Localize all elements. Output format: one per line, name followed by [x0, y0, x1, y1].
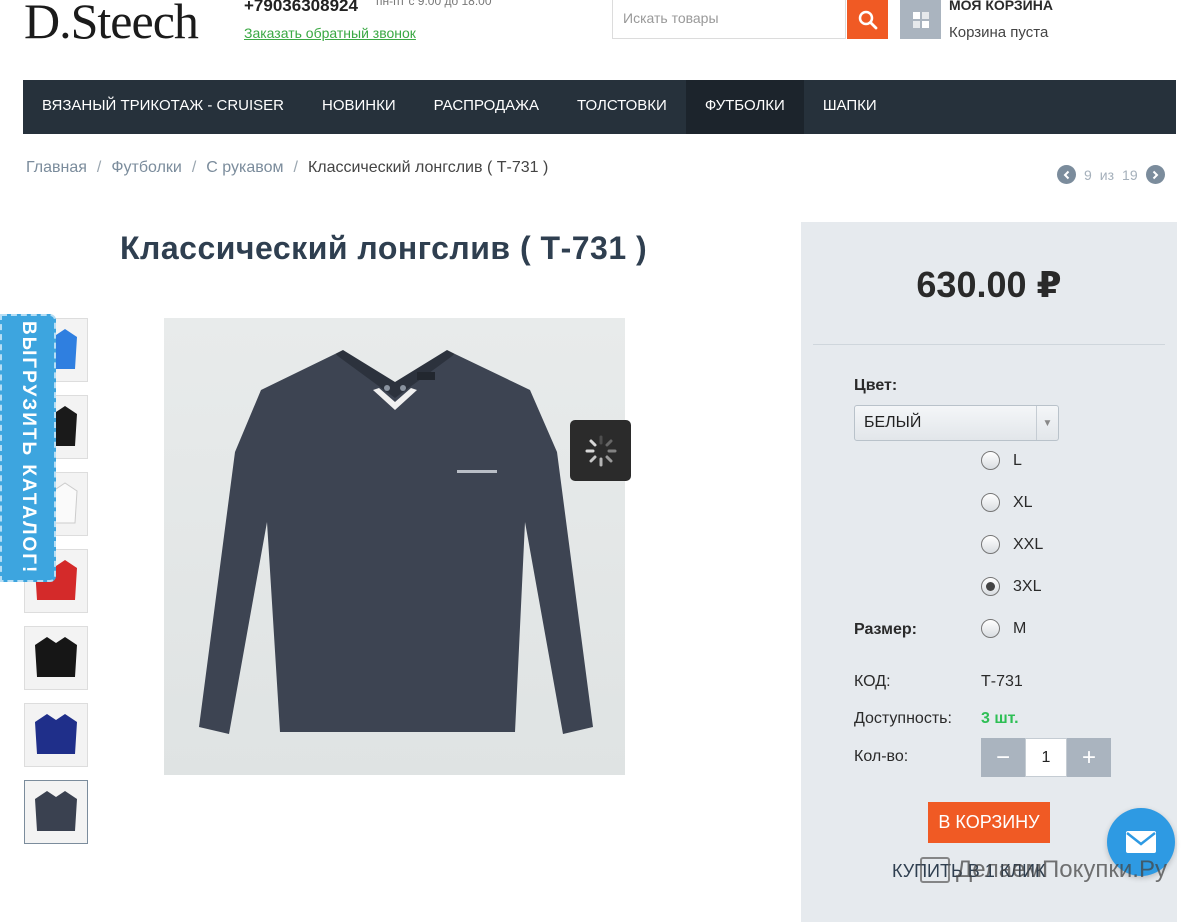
search-input[interactable]: Искать товары [612, 0, 846, 39]
search-button[interactable] [847, 0, 888, 39]
size-option-3xl[interactable]: 3XL [981, 577, 1041, 596]
cart-status: Корзина пуста [949, 24, 1049, 41]
watermark-logo-icon [920, 857, 950, 883]
breadcrumb-home[interactable]: Главная [26, 159, 87, 177]
longsleeve-shirt-image [198, 349, 593, 734]
breadcrumb-current: Классический лонгслив ( Т-731 ) [307, 159, 549, 176]
radio-button[interactable] [981, 619, 1000, 638]
working-hours: пн-пт с 9:00 до 18:00 [376, 0, 492, 8]
pager-prev-button[interactable] [1057, 165, 1076, 184]
radio-button[interactable] [981, 451, 1000, 470]
size-option-l[interactable]: L [981, 451, 1022, 470]
callback-link[interactable]: Заказать обратный звонок [244, 25, 416, 41]
pager-total: 19 [1122, 166, 1138, 183]
nav-item-new[interactable]: НОВИНКИ [303, 80, 415, 134]
thumbnail[interactable] [24, 703, 88, 767]
pager-current: 9 [1084, 166, 1092, 183]
cart-button[interactable] [900, 0, 941, 39]
product-pager: 9 из 19 [1057, 165, 1165, 184]
size-option-label: M [1013, 619, 1027, 637]
breadcrumb-tshirts[interactable]: Футболки [111, 159, 181, 177]
color-label: Цвет: [854, 377, 898, 394]
envelope-icon [1126, 831, 1156, 853]
site-watermark: ДелаемПокупки.Ру [920, 856, 1167, 884]
quantity-stepper: − 1 + [981, 738, 1111, 777]
main-nav: ВЯЗАНЫЙ ТРИКОТАЖ - CRUISER НОВИНКИ РАСПР… [23, 80, 1176, 134]
size-option-label: XXL [1013, 535, 1044, 553]
search-icon [858, 10, 877, 29]
breadcrumb-with-sleeve[interactable]: С рукавом [206, 159, 283, 177]
shirt-thumbnail-icon [35, 637, 77, 677]
size-label: Размер: [854, 621, 917, 638]
code-value: Т-731 [981, 673, 1023, 690]
availability-value: 3 шт. [981, 710, 1019, 727]
radio-button-checked[interactable] [981, 577, 1000, 596]
thumbnail-active[interactable] [24, 780, 88, 844]
cart-title[interactable]: МОЯ КОРЗИНА [949, 0, 1053, 13]
size-option-label: XL [1013, 493, 1033, 511]
size-option-xxl[interactable]: XXL [981, 535, 1043, 554]
nav-item-knitwear[interactable]: ВЯЗАНЫЙ ТРИКОТАЖ - CRUISER [23, 80, 303, 134]
shirt-thumbnail-icon [35, 791, 77, 831]
radio-button[interactable] [981, 493, 1000, 512]
download-catalog-tab[interactable]: ВЫГРУЗИТЬ КАТАЛОГ! [0, 314, 56, 582]
nav-item-hoodies[interactable]: ТОЛСТОВКИ [558, 80, 686, 134]
loading-spinner [570, 420, 631, 481]
size-option-m[interactable]: M [981, 619, 1026, 638]
quantity-label: Кол-во: [854, 748, 909, 765]
nav-item-tshirts[interactable]: ФУТБОЛКИ [685, 80, 804, 134]
chevron-right-icon [1152, 170, 1159, 179]
divider [813, 344, 1165, 345]
chevron-left-icon [1063, 170, 1069, 179]
size-option-xl[interactable]: XL [981, 493, 1033, 512]
shirt-thumbnail-icon [35, 714, 77, 754]
phone-number: +79036308924 [244, 0, 358, 15]
nav-item-sale[interactable]: РАСПРОДАЖА [415, 80, 558, 134]
radio-button[interactable] [981, 535, 1000, 554]
chevron-down-icon: ▼ [1036, 406, 1058, 440]
availability-label: Доступность: [854, 710, 952, 727]
product-price: 630.00 ₽ [916, 264, 1062, 305]
size-option-label: 3XL [1013, 577, 1042, 595]
color-select-value: БЕЛЫЙ [864, 414, 922, 431]
nav-item-hats[interactable]: ШАПКИ [804, 80, 896, 134]
catalog-tab-label: ВЫГРУЗИТЬ КАТАЛОГ! [18, 321, 39, 575]
product-title: Классический лонгслив ( Т-731 ) [120, 230, 648, 266]
quantity-increase-button[interactable]: + [1067, 738, 1111, 777]
add-to-cart-button[interactable]: В КОРЗИНУ [928, 802, 1050, 843]
watermark-text: ДелаемПокупки.Ру [956, 856, 1167, 883]
breadcrumb-separator: / [293, 159, 298, 176]
breadcrumb-separator: / [96, 159, 102, 176]
quantity-decrease-button[interactable]: − [981, 738, 1025, 777]
logo[interactable]: D.Steech [24, 0, 199, 50]
color-select[interactable]: БЕЛЫЙ ▼ [854, 405, 1059, 441]
thumbnail[interactable] [24, 626, 88, 690]
breadcrumb: Главная / Футболки / С рукавом / Классич… [26, 159, 548, 177]
pager-of: из [1099, 166, 1115, 183]
quantity-input[interactable]: 1 [1025, 738, 1067, 777]
code-label: КОД: [854, 673, 891, 690]
pager-next-button[interactable] [1145, 165, 1165, 184]
spinner-icon [585, 435, 616, 466]
size-option-label: L [1013, 451, 1022, 469]
breadcrumb-separator: / [191, 159, 197, 176]
product-image[interactable] [164, 318, 625, 775]
cart-icon [912, 11, 929, 28]
